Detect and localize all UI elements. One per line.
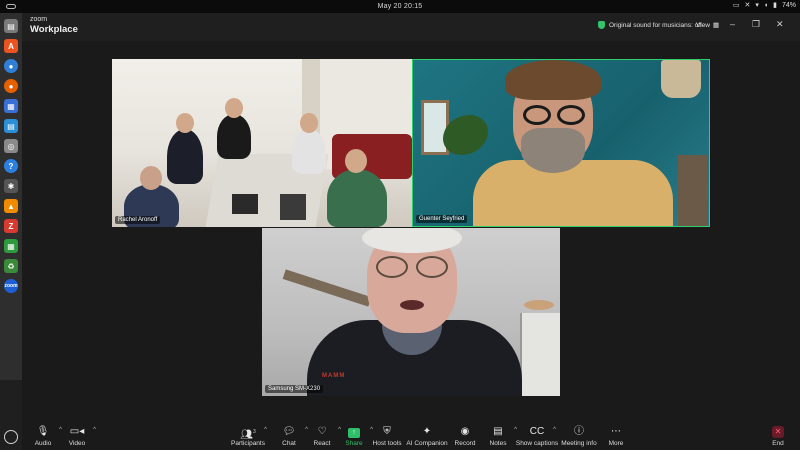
participant-beard	[521, 128, 585, 173]
vlc-icon[interactable]: ▲	[4, 199, 18, 213]
video-options-caret[interactable]: ^	[93, 427, 96, 433]
more-icon: ⋯	[611, 426, 621, 437]
sparkle-icon: ✦	[422, 426, 432, 437]
bowl	[524, 300, 554, 310]
lamp	[661, 60, 701, 98]
participant-name-label: Samsung SM-X230	[265, 385, 324, 393]
laptop	[232, 194, 258, 214]
zoom-logo-workplace: Workplace	[30, 24, 78, 35]
zotero-icon[interactable]: Z	[4, 219, 18, 233]
minimize-icon[interactable]: –	[730, 19, 735, 29]
zoom-app-icon[interactable]: zoom	[4, 279, 18, 293]
participant-figure	[217, 98, 251, 159]
info-icon: ⓘ	[574, 426, 584, 437]
original-sound-label: Original sound for musicians: off	[609, 21, 702, 29]
view-button[interactable]: View ▦	[696, 21, 720, 30]
heart-icon: ♡	[317, 426, 327, 437]
zoom-title-bar: zoom Workplace Original sound for musici…	[22, 13, 800, 41]
video-tile-samsung[interactable]: MAMM Samsung SM-X230	[262, 228, 560, 396]
shield-host-icon: ⛨	[383, 426, 391, 437]
screen-share-icon: ▭	[732, 2, 740, 9]
os-clock[interactable]: May 20 20:15	[378, 3, 423, 10]
more-button[interactable]: ⋯ More	[589, 425, 643, 447]
chat-icon: 💬︎	[282, 426, 296, 437]
chrome-icon[interactable]: ●	[4, 59, 18, 73]
participant-mouth	[400, 300, 424, 310]
end-meeting-button[interactable]: ✕ End	[751, 425, 800, 447]
battery-icon: ▮	[773, 2, 777, 9]
participant-shirt	[473, 160, 673, 226]
participant-hair	[505, 60, 601, 100]
share-screen-icon: ↑	[348, 428, 360, 438]
spreadsheet-icon[interactable]: ▦	[4, 239, 18, 253]
os-status-area[interactable]: ▭ ✕ ▾ ◖ ▮ 74%	[732, 1, 796, 10]
docs-icon[interactable]: ▤	[4, 119, 18, 133]
notes-icon: ▤	[493, 426, 503, 437]
cabinet	[678, 155, 708, 226]
shelf	[520, 313, 560, 396]
video-button[interactable]: ▭◂ Video ^	[50, 425, 104, 447]
app-dock: ▤ A ● ● ▦ ▤ ◎ ? ✱ ▲ Z ▦ ♻ zoom	[0, 13, 22, 380]
ceiling-pipe	[282, 269, 372, 307]
glasses	[519, 105, 589, 125]
view-label: View	[696, 21, 710, 29]
firefox-icon[interactable]: ●	[4, 79, 18, 93]
shield-icon	[598, 21, 605, 29]
record-icon: ◉	[460, 426, 470, 437]
camera-icon: ▭◂	[69, 426, 85, 437]
volume-icon: ◖	[763, 1, 769, 9]
participant-name-label: Rachel Aronoff	[115, 216, 161, 224]
video-tile-rachel[interactable]: Rachel Aronoff	[112, 59, 412, 227]
original-sound-status[interactable]: Original sound for musicians: off	[598, 21, 702, 29]
grid-view-icon: ▦	[712, 22, 720, 29]
end-icon: ✕	[772, 426, 784, 438]
files-icon[interactable]: ▤	[4, 19, 18, 33]
jacket-logo: MAMM	[322, 373, 346, 379]
calendar-icon[interactable]: ▦	[4, 99, 18, 113]
glasses	[374, 256, 450, 278]
settings-icon[interactable]: ✱	[4, 179, 18, 193]
laptop	[280, 194, 306, 220]
restore-icon[interactable]: ❐	[752, 19, 760, 30]
participant-figure	[167, 113, 203, 184]
captions-icon: CC	[529, 426, 545, 437]
participants-icon: 👥︎3	[240, 429, 256, 441]
meeting-toolbar: 🎙︎ Audio ^ ▭◂ Video ^ 👥︎3 Participants ^…	[22, 420, 800, 450]
close-icon[interactable]: ✕	[776, 19, 784, 30]
wifi-icon: ▾	[755, 2, 759, 9]
participant-figure	[292, 113, 326, 174]
search-app-icon[interactable]: ◎	[4, 139, 18, 153]
video-gallery: Rachel Aronoff Guenter Seyfried MAMM Sam…	[22, 41, 800, 420]
video-tile-guenter-active[interactable]: Guenter Seyfried	[412, 59, 710, 227]
battery-percent: 74%	[781, 1, 796, 9]
zoom-logo-small: zoom	[30, 16, 48, 23]
os-top-bar: May 20 20:15 ▭ ✕ ▾ ◖ ▮ 74%	[0, 0, 800, 13]
participant-name-label: Guenter Seyfried	[416, 215, 468, 223]
help-icon[interactable]: ?	[4, 159, 18, 173]
recycle-icon[interactable]: ♻	[4, 259, 18, 273]
muted-icon: ✕	[744, 2, 751, 9]
participant-figure	[327, 149, 387, 227]
microphone-icon: 🎙︎	[36, 426, 50, 437]
activities-icon[interactable]	[6, 4, 16, 9]
software-center-icon[interactable]: A	[4, 39, 18, 53]
